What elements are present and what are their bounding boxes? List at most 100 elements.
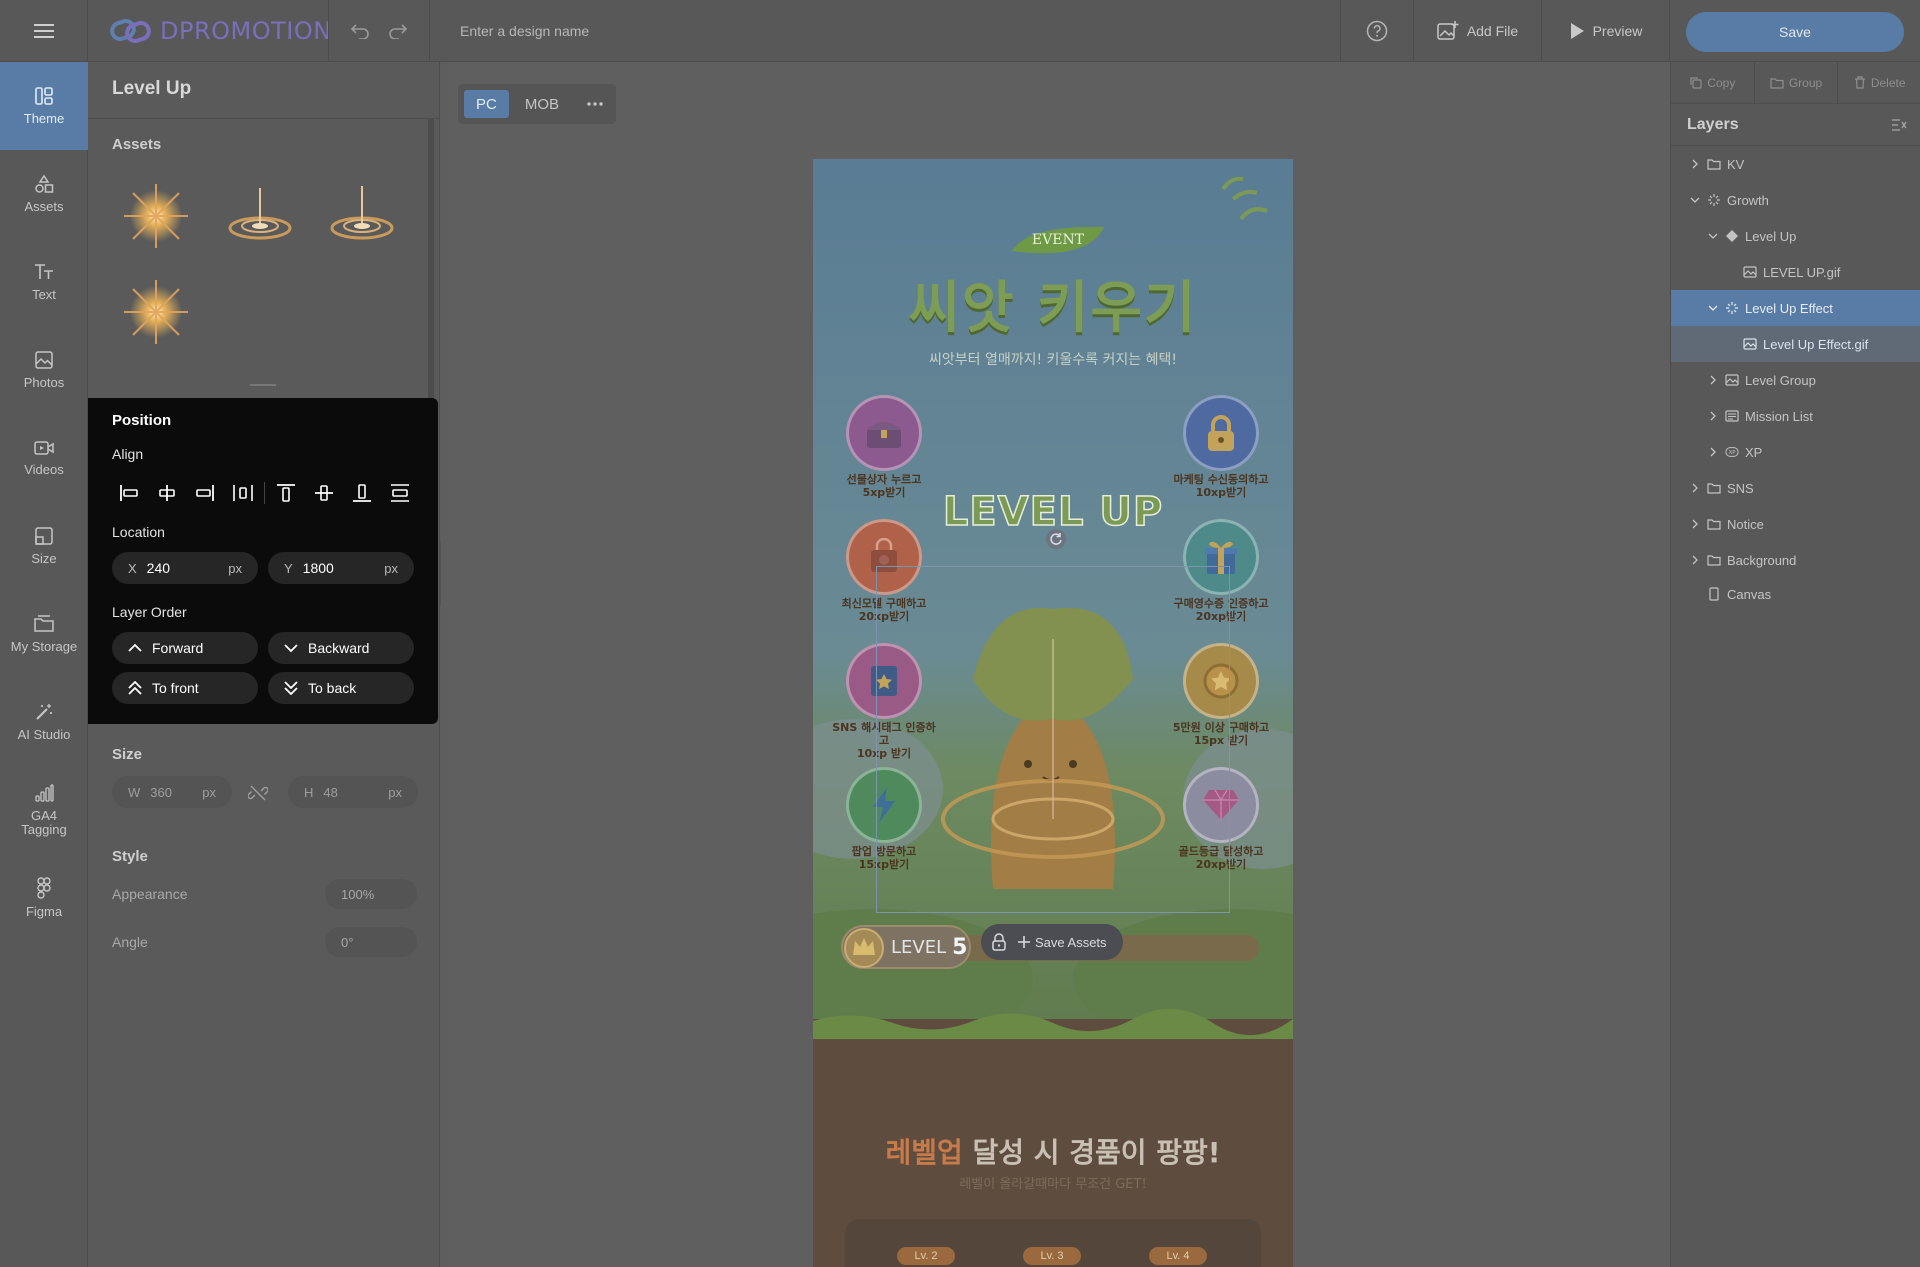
mission-item[interactable]: 마케팅 수신동의하고 10xp받기 xyxy=(1166,395,1276,499)
mission-item[interactable]: 선물상자 누르고 5xp받기 xyxy=(829,395,939,499)
chevron-down-icon[interactable] xyxy=(1689,196,1701,204)
bar-chart-icon xyxy=(35,784,54,802)
distribute-h-button[interactable] xyxy=(224,478,262,508)
distribute-v-button[interactable] xyxy=(381,478,419,508)
redo-icon[interactable] xyxy=(388,23,408,39)
chevron-right-icon[interactable] xyxy=(1689,519,1701,529)
layer-row[interactable]: XP XP xyxy=(1671,434,1920,470)
layer-row[interactable]: Level Up Effect.gif xyxy=(1671,326,1920,362)
resize-handle[interactable] xyxy=(250,384,276,386)
app-logo[interactable]: DPROMOTION xyxy=(110,16,332,46)
align-middle-icon xyxy=(315,485,333,501)
preview-button[interactable]: Preview xyxy=(1542,0,1670,62)
selection-box[interactable] xyxy=(876,566,1230,913)
chevron-down-icon[interactable] xyxy=(1707,304,1719,312)
angle-input[interactable]: 0° xyxy=(325,927,417,957)
forward-button[interactable]: Forward xyxy=(112,632,258,664)
group-button[interactable]: Group xyxy=(1755,61,1839,104)
level-number: 5 xyxy=(952,934,968,960)
layer-row[interactable]: Notice xyxy=(1671,506,1920,542)
rail-item-ai-studio[interactable]: AI Studio xyxy=(0,678,88,766)
level-up-text[interactable]: LEVEL UP xyxy=(813,488,1293,536)
level-tab[interactable]: Lv. 4 xyxy=(1149,1247,1207,1265)
device-pc-button[interactable]: PC xyxy=(464,90,509,118)
asset-ring-1[interactable] xyxy=(220,176,300,256)
chevron-down-icon[interactable] xyxy=(1707,232,1719,240)
copy-button[interactable]: Copy xyxy=(1671,61,1755,104)
save-button[interactable]: Save xyxy=(1686,12,1904,52)
more-options-button[interactable] xyxy=(575,90,615,118)
appearance-input[interactable]: 100% xyxy=(325,879,417,909)
aspect-lock-toggle[interactable] xyxy=(247,784,269,802)
layer-row[interactable]: KV xyxy=(1671,146,1920,182)
add-file-button[interactable]: Add File xyxy=(1414,0,1542,62)
rail-item-theme[interactable]: Theme xyxy=(0,62,88,150)
chevron-right-icon[interactable] xyxy=(1689,159,1701,169)
to-front-button[interactable]: To front xyxy=(112,672,258,704)
hamburger-menu-button[interactable] xyxy=(0,0,88,62)
collapse-all-icon[interactable] xyxy=(1891,118,1907,132)
chevron-right-icon[interactable] xyxy=(1689,555,1701,565)
to-back-button[interactable]: To back xyxy=(268,672,414,704)
plus-icon xyxy=(1018,936,1030,948)
layer-row[interactable]: Canvas xyxy=(1671,576,1920,612)
photo-icon xyxy=(35,351,53,369)
rail-item-photos[interactable]: Photos xyxy=(0,326,88,414)
height-field[interactable]: H 48 px xyxy=(288,776,418,808)
align-center-h-button[interactable] xyxy=(148,478,186,508)
y-field[interactable]: Y 1800 px xyxy=(268,552,414,584)
layer-row[interactable]: Level Up xyxy=(1671,218,1920,254)
copy-label: Copy xyxy=(1707,75,1736,90)
layer-row[interactable]: LEVEL UP.gif xyxy=(1671,254,1920,290)
lock-icon[interactable] xyxy=(991,933,1007,951)
design-name-input[interactable] xyxy=(460,14,1060,48)
size-icon xyxy=(35,527,53,545)
add-file-label: Add File xyxy=(1466,23,1519,39)
align-right-button[interactable] xyxy=(186,478,224,508)
rail-item-size[interactable]: Size xyxy=(0,502,88,590)
rail-item-assets[interactable]: Assets xyxy=(0,150,88,238)
align-middle-button[interactable] xyxy=(305,478,343,508)
appearance-row: Appearance 100% xyxy=(112,878,417,910)
x-field[interactable]: X 240 px xyxy=(112,552,258,584)
chevron-up-icon xyxy=(128,643,142,652)
layer-row[interactable]: Background xyxy=(1671,542,1920,578)
align-top-button[interactable] xyxy=(267,478,305,508)
chevron-right-icon[interactable] xyxy=(1707,411,1719,421)
layer-row[interactable]: SNS xyxy=(1671,470,1920,506)
y-label: Y xyxy=(284,560,293,576)
layer-row[interactable]: Level Group xyxy=(1671,362,1920,398)
asset-burst-2[interactable] xyxy=(116,272,196,352)
level-tab[interactable]: Lv. 3 xyxy=(1023,1247,1081,1265)
layer-row[interactable]: Growth xyxy=(1671,182,1920,218)
align-left-button[interactable] xyxy=(110,478,148,508)
chevron-right-icon[interactable] xyxy=(1707,447,1719,457)
backward-button[interactable]: Backward xyxy=(268,632,414,664)
chevron-right-icon[interactable] xyxy=(1707,375,1719,385)
reward-headline-accent: 레벨업 xyxy=(885,1136,963,1169)
width-field[interactable]: W 360 px xyxy=(112,776,232,808)
device-mob-button[interactable]: MOB xyxy=(513,90,571,118)
group-label: Group xyxy=(1788,75,1823,90)
rail-item-videos[interactable]: Videos xyxy=(0,414,88,502)
asset-burst-1[interactable] xyxy=(116,176,196,256)
artboard[interactable]: EVENT 씨앗 키우기 씨앗부터 열매까지! 키울수록 커지는 혜택! 선물상… xyxy=(813,159,1293,1267)
delete-label: Delete xyxy=(1870,75,1906,90)
rail-item-figma[interactable]: Figma xyxy=(0,854,88,942)
event-headline: 씨앗 키우기 xyxy=(908,276,1198,341)
layer-actions-toolbar: Copy Group Delete xyxy=(1671,61,1920,104)
rail-item-ga4-tagging[interactable]: GA4 Tagging xyxy=(0,766,88,854)
chevron-right-icon[interactable] xyxy=(1689,483,1701,493)
undo-icon[interactable] xyxy=(350,23,370,39)
layer-row[interactable]: Level Up Effect xyxy=(1671,290,1920,326)
asset-ring-2[interactable] xyxy=(322,176,402,256)
save-assets-button[interactable]: Save Assets xyxy=(1017,935,1107,950)
rotate-handle[interactable] xyxy=(1046,529,1066,549)
align-bottom-button[interactable] xyxy=(343,478,381,508)
level-tab[interactable]: Lv. 2 xyxy=(897,1247,955,1265)
help-button[interactable] xyxy=(1340,0,1414,62)
delete-button[interactable]: Delete xyxy=(1838,62,1920,104)
layer-row[interactable]: Mission List xyxy=(1671,398,1920,434)
rail-item-text[interactable]: Text xyxy=(0,238,88,326)
rail-item-my-storage[interactable]: My Storage xyxy=(0,590,88,678)
